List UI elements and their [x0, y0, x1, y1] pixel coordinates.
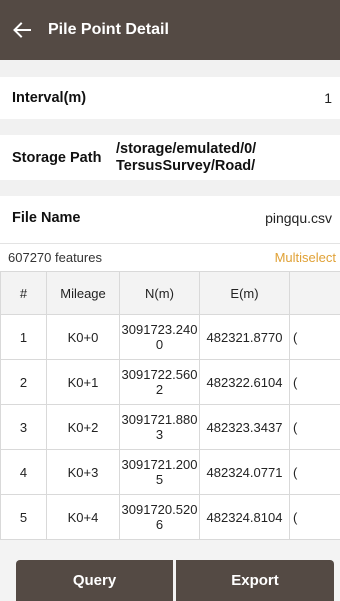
- interval-label: Interval(m): [12, 90, 87, 106]
- column-header-index: #: [0, 271, 47, 315]
- cell-mileage: K0+0: [46, 314, 120, 360]
- table-row[interactable]: 4 K0+3 3091721.2005 482324.0771 (: [0, 449, 340, 495]
- cell-mileage: K0+1: [46, 359, 120, 405]
- cell-index: 4: [0, 449, 47, 495]
- table-row[interactable]: 5 K0+4 3091720.5206 482324.8104 (: [0, 494, 340, 540]
- cell-index: 5: [0, 494, 47, 540]
- column-header-extra: [289, 271, 340, 315]
- cell-n: 3091721.2005: [119, 449, 200, 495]
- cell-n: 3091722.5602: [119, 359, 200, 405]
- storage-path-line-1: /storage/emulated/0/: [116, 140, 257, 157]
- cell-n: 3091720.5206: [119, 494, 200, 540]
- storage-path-label: Storage Path: [12, 149, 102, 166]
- section-gap: [0, 119, 340, 135]
- arrow-left-icon[interactable]: [0, 0, 44, 60]
- table-header-row: # Mileage N(m) E(m): [0, 271, 340, 315]
- cell-e: 482323.3437: [199, 404, 290, 450]
- bottom-action-bar: Query Export: [0, 548, 340, 601]
- cell-index: 2: [0, 359, 47, 405]
- cell-index: 3: [0, 404, 47, 450]
- cell-mileage: K0+4: [46, 494, 120, 540]
- interval-value: 1: [324, 90, 332, 106]
- section-gap: [0, 180, 340, 196]
- cell-e: 482322.6104: [199, 359, 290, 405]
- cell-extra: (: [289, 314, 340, 360]
- file-name-value: pingqu.csv: [265, 210, 332, 226]
- cell-e: 482321.8770: [199, 314, 290, 360]
- storage-path-line-2: TersusSurvey/Road/: [116, 157, 256, 174]
- interval-row[interactable]: Interval(m) 1: [0, 77, 340, 119]
- file-name-label: File Name: [12, 210, 81, 226]
- pile-point-table[interactable]: # Mileage N(m) E(m) 1 K0+0 3091723.2400 …: [0, 271, 340, 548]
- column-header-n: N(m): [119, 271, 200, 315]
- cell-mileage: K0+3: [46, 449, 120, 495]
- file-name-row[interactable]: File Name pingqu.csv: [0, 196, 340, 240]
- features-bar: 607270 features Multiselect: [0, 243, 340, 271]
- cell-extra: (: [289, 404, 340, 450]
- cell-e: 482324.0771: [199, 449, 290, 495]
- cell-e: 482324.8104: [199, 494, 290, 540]
- cell-n: 3091721.8803: [119, 404, 200, 450]
- cell-index: 1: [0, 314, 47, 360]
- cell-extra: (: [289, 449, 340, 495]
- storage-path-value: /storage/emulated/0/ TersusSurvey/Road/: [116, 141, 296, 175]
- cell-extra: (: [289, 494, 340, 540]
- app-bar: Pile Point Detail: [0, 0, 340, 60]
- cell-extra: (: [289, 359, 340, 405]
- cell-mileage: K0+2: [46, 404, 120, 450]
- column-header-e: E(m): [199, 271, 290, 315]
- cell-n: 3091723.2400: [119, 314, 200, 360]
- query-button[interactable]: Query: [16, 560, 173, 601]
- features-count: 607270 features: [8, 250, 102, 265]
- storage-path-row[interactable]: Storage Path /storage/emulated/0/ Tersus…: [0, 135, 340, 180]
- section-gap: [0, 60, 340, 77]
- page-title: Pile Point Detail: [48, 21, 169, 38]
- column-header-mileage: Mileage: [46, 271, 120, 315]
- table-row[interactable]: 1 K0+0 3091723.2400 482321.8770 (: [0, 314, 340, 360]
- table-row[interactable]: 3 K0+2 3091721.8803 482323.3437 (: [0, 404, 340, 450]
- table-row[interactable]: 2 K0+1 3091722.5602 482322.6104 (: [0, 359, 340, 405]
- export-button[interactable]: Export: [176, 560, 334, 601]
- multiselect-button[interactable]: Multiselect: [275, 250, 340, 265]
